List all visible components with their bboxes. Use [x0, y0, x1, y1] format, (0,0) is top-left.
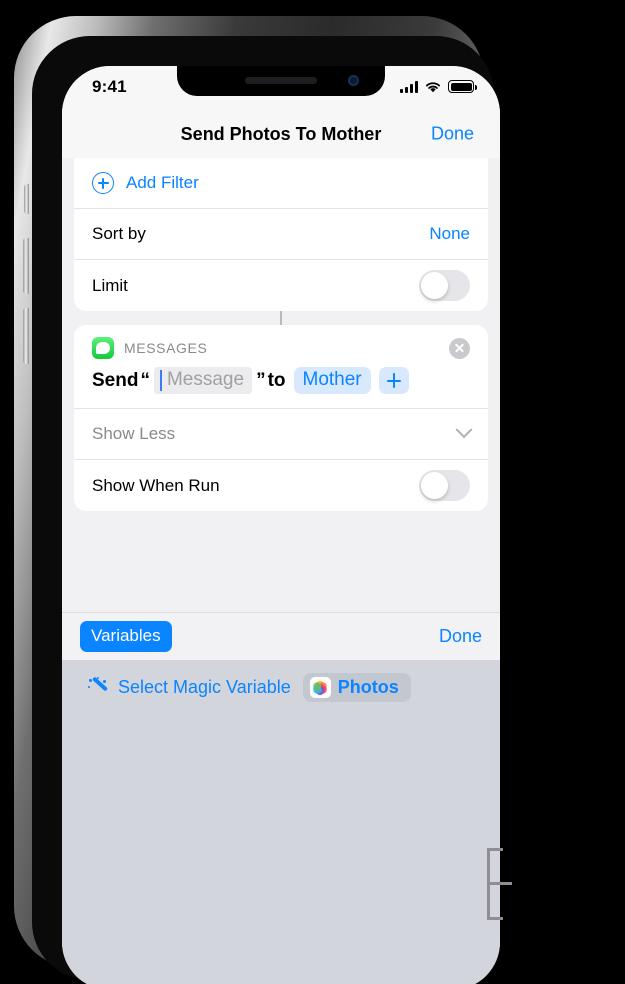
nav-bar: Send Photos To Mother Done [62, 110, 500, 158]
nav-done-button[interactable]: Done [431, 124, 474, 145]
messages-action-card: MESSAGES Send “ Message ” to Mother Show… [74, 325, 488, 511]
shortcut-editor-content[interactable]: Add Filter Sort by None Limit MESSAGES S… [62, 158, 500, 612]
open-quote: “ [140, 369, 150, 391]
magic-variable-photos-chip[interactable]: Photos [302, 673, 411, 702]
text-caret [159, 369, 162, 391]
phone-screen: 9:41 Send Photos To Mother Done Add Filt… [62, 66, 500, 984]
message-input[interactable]: Message [153, 367, 253, 394]
limit-toggle[interactable] [419, 270, 470, 301]
wifi-icon [426, 82, 440, 93]
variables-button[interactable]: Variables [80, 621, 172, 652]
cellular-bars-icon [400, 80, 418, 93]
find-photos-card: Add Filter Sort by None Limit [74, 158, 488, 311]
show-less-label: Show Less [92, 424, 176, 443]
limit-row[interactable]: Limit [74, 260, 488, 311]
variables-panel: Select Magic Variable Photos Ask Each Ti… [62, 660, 500, 984]
volume-up-button[interactable] [23, 238, 29, 294]
messages-icon [92, 337, 114, 359]
show-when-run-toggle[interactable] [419, 470, 470, 501]
sort-by-value[interactable]: None [429, 224, 470, 244]
action-connector-line [280, 311, 282, 325]
limit-label: Limit [92, 275, 128, 295]
add-recipient-plus-icon[interactable] [378, 367, 409, 394]
keyboard-done-button[interactable]: Done [439, 626, 482, 647]
battery-full-icon [448, 80, 477, 93]
select-magic-variable-label: Select Magic Variable [118, 677, 291, 697]
volume-down-button[interactable] [23, 308, 29, 364]
callout-bracket [487, 848, 531, 920]
photos-icon [309, 677, 331, 698]
show-when-run-row[interactable]: Show When Run [74, 460, 488, 511]
photos-chip-label: Photos [337, 677, 399, 697]
add-filter-row[interactable]: Add Filter [74, 158, 488, 209]
chevron-down-icon [455, 421, 473, 439]
page-title: Send Photos To Mother [180, 123, 382, 144]
show-when-run-label: Show When Run [92, 475, 220, 495]
notch [177, 66, 385, 96]
phone-frame: 9:41 Send Photos To Mother Done Add Filt… [14, 16, 500, 984]
magic-wand-icon [88, 675, 110, 699]
plus-circle-icon [92, 172, 114, 194]
send-message-sentence: Send “ Message ” to Mother [74, 359, 488, 409]
add-filter-label: Add Filter [126, 173, 199, 192]
status-icons [400, 80, 477, 93]
close-quote: ” [256, 369, 266, 391]
front-camera-icon [348, 75, 359, 86]
status-time: 9:41 [92, 77, 127, 96]
messages-app-label: MESSAGES [124, 340, 208, 356]
phone-bezel: 9:41 Send Photos To Mother Done Add Filt… [32, 36, 500, 984]
send-word: Send [92, 369, 139, 391]
recipient-chip-mother[interactable]: Mother [293, 367, 371, 394]
sort-by-row[interactable]: Sort by None [74, 209, 488, 260]
select-magic-variable-row[interactable]: Select Magic Variable Photos [62, 660, 500, 702]
close-circle-icon[interactable] [449, 337, 470, 359]
earpiece-speaker [245, 77, 317, 84]
screenshot-stage: 9:41 Send Photos To Mother Done Add Filt… [0, 0, 625, 984]
show-less-row[interactable]: Show Less [74, 409, 488, 460]
message-placeholder: Message [166, 369, 245, 390]
messages-card-header: MESSAGES [74, 325, 488, 359]
sort-by-label: Sort by [92, 224, 146, 243]
variables-toolbar: Variables Done [62, 612, 500, 660]
mute-switch[interactable] [24, 184, 29, 214]
to-word: to [267, 369, 286, 391]
